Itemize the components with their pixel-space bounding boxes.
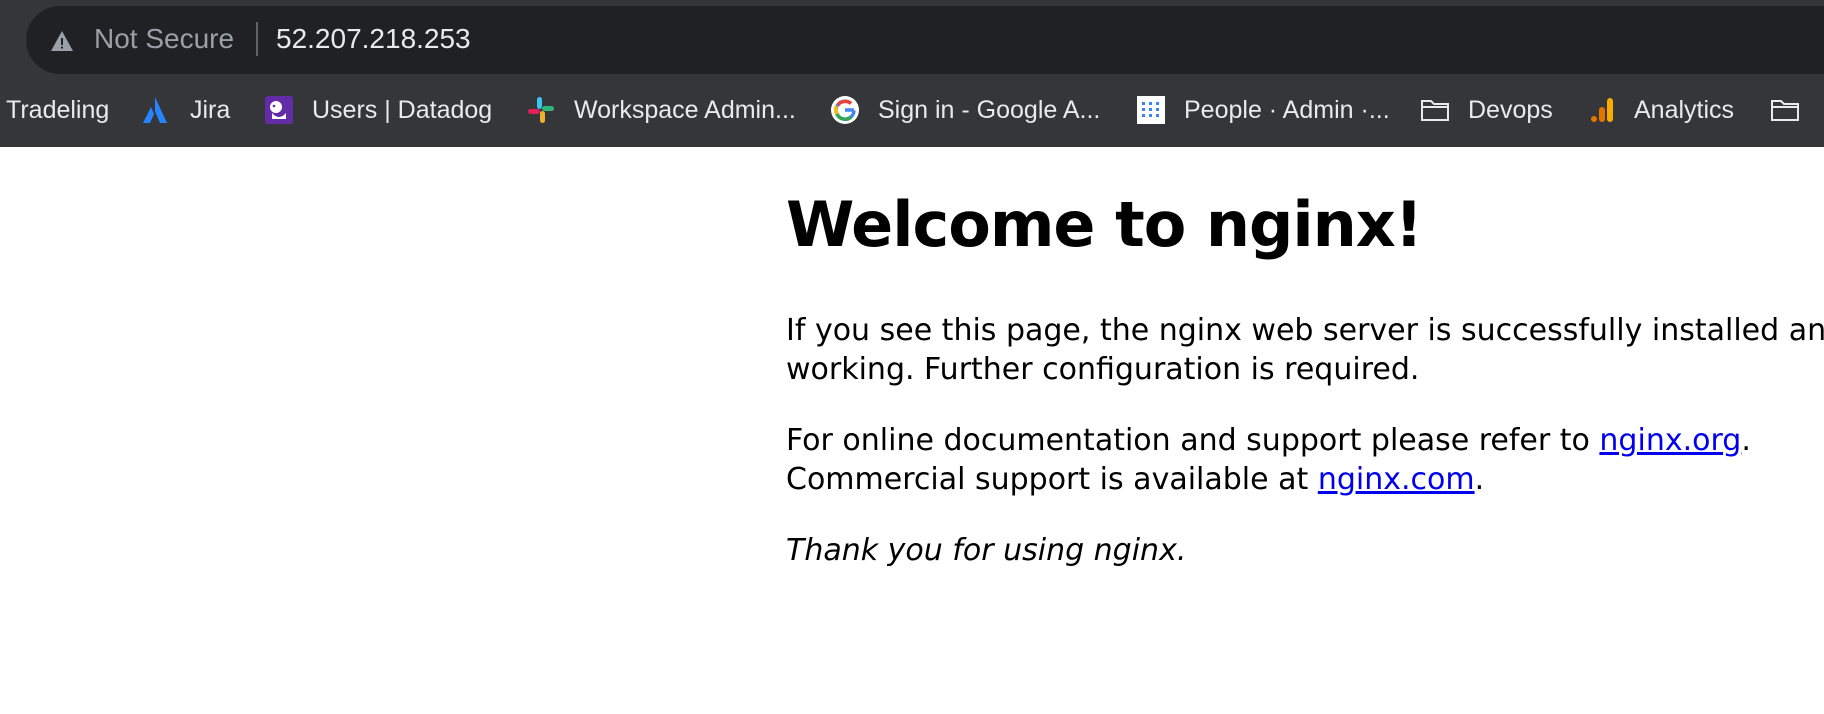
bookmark-label: Analytics (1634, 96, 1735, 124)
bookmark-google-signin[interactable]: Sign in - Google A... (830, 88, 1110, 132)
address-divider (256, 22, 258, 56)
bookmark-label: Workspace Admin... (574, 96, 796, 124)
bookmark-label: Devops (1468, 96, 1553, 124)
bookmark-label: Users | Datadog (312, 96, 493, 124)
nginx-org-link[interactable]: nginx.org (1599, 423, 1741, 458)
docs-suffix: . (1741, 423, 1751, 458)
bookmark-label: People · Admin ·... (1184, 96, 1390, 124)
google-icon (831, 96, 859, 124)
nginx-com-link[interactable]: nginx.com (1318, 462, 1475, 497)
bookmark-datadog[interactable]: Users | Datadog (264, 88, 504, 132)
bookmark-analytics[interactable]: Analytics (1588, 88, 1758, 132)
url-text[interactable]: 52.207.218.253 (276, 21, 471, 57)
jira-icon (143, 97, 167, 123)
support-text: Commercial support is available at (786, 462, 1318, 497)
bookmarks-bar: Tradeling Jira Users | Datadog Workspace… (0, 88, 1824, 132)
bookmark-jira[interactable]: Jira (140, 88, 240, 132)
bookmark-label: Tradeling (6, 96, 110, 124)
support-suffix: . (1474, 462, 1485, 497)
thanks-text: Thank you for using nginx. (786, 533, 1187, 568)
intro-line-2: working. Further configuration is requir… (786, 352, 1420, 387)
support-line: Commercial support is available at nginx… (786, 460, 1484, 499)
page-title: Welcome to nginx! (786, 188, 1423, 261)
security-status[interactable]: Not Secure (94, 21, 234, 57)
folder-icon (1421, 100, 1449, 121)
folder-icon (1771, 100, 1799, 121)
warning-icon[interactable] (50, 30, 74, 52)
bookmark-folder-devops[interactable]: Devops (1420, 88, 1570, 132)
bookmark-people-admin[interactable]: People · Admin ·... (1136, 88, 1396, 132)
intro-line-1: If you see this page, the nginx web serv… (786, 313, 1824, 348)
admin-icon (1137, 96, 1165, 124)
bookmark-folder-overflow[interactable] (1770, 88, 1824, 132)
bookmark-tradeling[interactable]: Tradeling (6, 88, 116, 132)
bookmark-label: Sign in - Google A... (878, 96, 1101, 124)
docs-text: For online documentation and support ple… (786, 423, 1600, 458)
slack-icon (528, 97, 554, 123)
docs-line: For online documentation and support ple… (786, 421, 1751, 460)
bookmark-workspace-admin[interactable]: Workspace Admin... (526, 88, 806, 132)
browser-chrome: Not Secure 52.207.218.253 Tradeling Jira… (0, 0, 1824, 147)
analytics-icon (1591, 98, 1613, 122)
bookmark-label: Jira (190, 96, 231, 124)
datadog-icon (265, 96, 293, 124)
